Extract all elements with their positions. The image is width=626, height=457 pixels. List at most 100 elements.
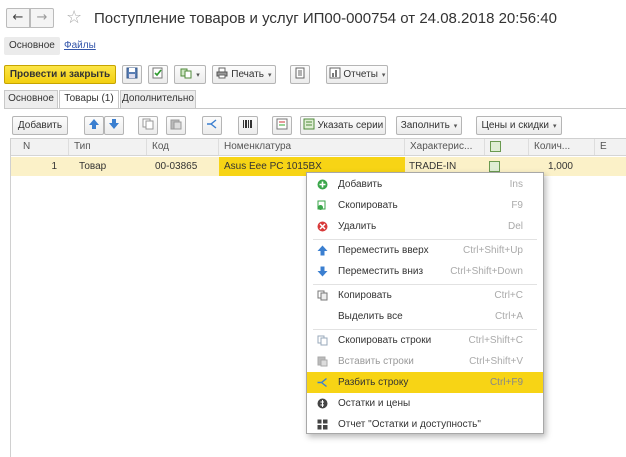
delete-icon [317,221,328,232]
paste-lines-icon [170,119,182,130]
menu-label: Скопировать строки [338,335,432,346]
split-row-icon [317,377,327,388]
paste-rows-button[interactable] [166,116,186,135]
cell-type[interactable]: Товар [79,157,147,176]
menu-label: Удалить [338,221,377,232]
column-header-qty[interactable]: Колич... [529,139,595,155]
command-bar: Провести и закрыть ▾ Печать ▾ Отчеты ▾ [0,64,626,86]
back-button[interactable]: ← [6,8,30,28]
column-header-n[interactable]: N [11,139,69,155]
column-header-type[interactable]: Тип [69,139,147,155]
prices-discounts-button[interactable]: Цены и скидки ▾ [476,116,562,135]
menu-label: Разбить строку [338,377,409,388]
table-header: N Тип Код Номенклатура Характерис... Кол… [11,139,626,156]
move-up-button[interactable] [84,116,104,135]
post-and-close-button[interactable]: Провести и закрыть [4,65,116,84]
column-header-unit[interactable]: Е [595,139,626,155]
title-bar: ← → ☆ Поступление товаров и услуг ИП00-0… [0,0,626,36]
print-label: Печать [231,69,265,80]
tab-additional[interactable]: Дополнительно [120,90,196,108]
reports-button[interactable]: Отчеты ▾ [326,65,388,84]
selection-button[interactable] [272,116,292,135]
copy-rows-button[interactable] [138,116,158,135]
barcode-button[interactable] [238,116,258,135]
menu-item-copy[interactable]: Скопировать F9 [307,195,543,216]
menu-item-clipboard-copy[interactable]: Копировать Ctrl+C [307,285,543,306]
menu-item-report[interactable]: Отчет "Остатки и доступность" [307,414,543,435]
prices-discounts-label: Цены и скидки [481,120,550,131]
report-icon [329,67,341,79]
chevron-down-icon: ▾ [381,72,386,79]
menu-item-move-up[interactable]: Переместить вверх Ctrl+Shift+Up [307,240,543,261]
series-flag-icon [490,140,501,152]
section-files-link[interactable]: Файлы [64,40,96,51]
menu-label: Отчет "Остатки и доступность" [338,419,481,430]
menu-shortcut: F9 [511,200,523,211]
fill-button[interactable]: Заполнить ▾ [396,116,462,135]
menu-item-split-row[interactable]: Разбить строку Ctrl+F9 [307,372,543,393]
split-row-button[interactable] [202,116,222,135]
menu-item-copy-lines[interactable]: Скопировать строки Ctrl+Shift+C [307,330,543,351]
specify-series-button[interactable]: Указать серии [300,116,386,135]
window-title: Поступление товаров и услуг ИП00-000754 … [94,10,557,27]
chevron-down-icon: ▾ [196,72,200,79]
save-button[interactable] [122,65,142,84]
column-header-characteristic[interactable]: Характерис... [405,139,485,155]
column-header-code[interactable]: Код [147,139,219,155]
series-icon [303,118,315,130]
stock-prices-icon [317,398,328,409]
section-bar: Основное Файлы [0,36,626,58]
add-row-button[interactable]: Добавить [12,116,68,135]
menu-item-select-all[interactable]: Выделить все Ctrl+A [307,306,543,327]
menu-item-move-down[interactable]: Переместить вниз Ctrl+Shift+Down [307,261,543,282]
create-based-on-button[interactable]: ▾ [174,65,206,84]
tab-divider [4,108,626,109]
forward-button[interactable]: → [30,8,54,28]
structure-button[interactable] [290,65,310,84]
menu-shortcut: Ctrl+C [494,290,523,301]
column-header-item[interactable]: Номенклатура [219,139,405,155]
menu-item-delete[interactable]: Удалить Del [307,216,543,237]
printer-icon [216,67,228,79]
menu-item-add[interactable]: Добавить Ins [307,174,543,195]
arrow-left-icon: ← [12,10,24,25]
table-toolbar: Добавить Указать серии Заполнить ▾ Цены и… [0,114,626,136]
section-main[interactable]: Основное [4,37,60,55]
tab-main[interactable]: Основное [4,90,58,108]
barcode-icon [243,120,252,129]
menu-label: Переместить вверх [338,245,429,256]
arrow-up-icon [89,119,99,130]
cell-code[interactable]: 00-03865 [155,157,219,176]
chevron-down-icon: ▾ [268,72,272,79]
menu-item-paste-lines: Вставить строки Ctrl+Shift+V [307,351,543,372]
move-down-button[interactable] [104,116,124,135]
chevron-down-icon: ▾ [553,123,557,130]
column-header-series[interactable] [485,139,529,155]
print-button[interactable]: Печать ▾ [212,65,276,84]
menu-shortcut: Ctrl+Shift+C [468,335,523,346]
post-button[interactable] [148,65,168,84]
create-based-on-icon [180,68,192,79]
clipboard-copy-icon [317,290,328,301]
document-list-icon [295,67,305,79]
specify-series-label: Указать серии [317,120,384,131]
favorite-star-icon[interactable]: ☆ [66,7,82,28]
context-menu: Добавить Ins Скопировать F9 Удалить Del … [306,172,544,434]
menu-shortcut: Ctrl+Shift+Down [450,266,523,277]
fill-label: Заполнить [400,120,450,131]
post-document-icon [152,67,163,79]
menu-item-stock-prices[interactable]: Остатки и цены [307,393,543,414]
add-icon [317,179,328,190]
chevron-down-icon: ▾ [453,123,458,130]
selection-list-icon [276,118,288,130]
arrow-down-icon [317,266,328,277]
series-checkbox-icon [489,160,500,172]
menu-shortcut: Del [507,221,523,232]
cell-n[interactable]: 1 [11,157,57,176]
menu-shortcut: Ctrl+F9 [489,377,523,388]
tab-goods[interactable]: Товары (1) [59,90,119,109]
reports-label: Отчеты [343,69,378,80]
menu-label: Остатки и цены [338,398,411,409]
copy-lines-icon [142,118,154,130]
arrow-right-icon: → [36,10,48,25]
